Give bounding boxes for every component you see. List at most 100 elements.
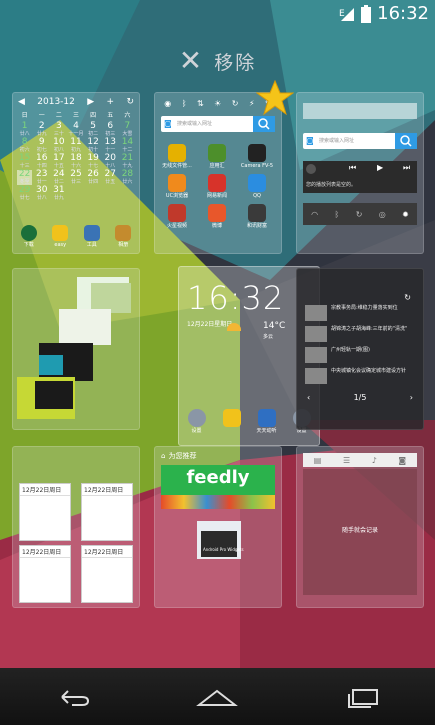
add-icon[interactable]: + (107, 97, 115, 107)
news-widget[interactable]: ↻ 宗教事务局:维稳力量落实到位 胡锦涛之子胡海峰:三年前的"清洗" 广州轻轨一… (296, 268, 424, 430)
brightness-toggle-icon[interactable]: ☀ (214, 99, 221, 108)
note-card[interactable]: 12月22日周日 (19, 483, 71, 541)
prev-page-icon[interactable]: ‹ (307, 393, 310, 402)
note-card[interactable]: 12月22日周日 (81, 545, 133, 603)
calendar-day[interactable]: 21 十九 (120, 154, 135, 170)
app-shortcut[interactable]: QQ (237, 174, 277, 200)
calendar-day[interactable]: 24 廿二 (51, 170, 66, 186)
feedly-banner[interactable]: feedly (161, 465, 275, 509)
calendar-day[interactable]: 29 廿七 (17, 186, 32, 202)
quick-note-body[interactable]: 随手就会记录 (303, 469, 417, 595)
home-button[interactable] (195, 687, 239, 707)
refresh-icon[interactable]: ↻ (126, 97, 134, 107)
calendar-day[interactable]: 18 十六 (68, 154, 83, 170)
app-gallery[interactable]: 相册 (108, 225, 140, 249)
wifi-icon[interactable]: ◠ (311, 210, 318, 219)
data-toggle-icon[interactable]: ⇅ (197, 99, 204, 108)
note-icon[interactable]: ▤ (314, 456, 322, 465)
prev-track-icon[interactable]: ⏮ (349, 163, 356, 173)
calendar-day[interactable]: 25 廿三 (68, 170, 83, 186)
calendar-day[interactable]: 6 初三 (103, 122, 118, 138)
mic-icon[interactable]: ♪ (372, 456, 377, 465)
calendar-day[interactable]: 8 初六 (17, 138, 32, 154)
next-month-icon[interactable]: ▶ (87, 97, 94, 107)
calendar-day[interactable]: 10 初八 (51, 138, 66, 154)
bluetooth-icon[interactable]: ᛒ (335, 210, 340, 219)
search-button[interactable] (395, 133, 417, 149)
photo-gallery-widget[interactable] (12, 268, 140, 430)
app-ttpod[interactable]: 天天动听 (249, 409, 284, 435)
sync-toggle-icon[interactable]: ↻ (232, 99, 239, 108)
app-shortcut[interactable]: 应用汇 (197, 144, 237, 170)
app-shortcut[interactable]: 微信 (277, 174, 281, 200)
app-shortcut[interactable]: Camera FV-5 (237, 144, 277, 170)
calendar-day[interactable]: 19 十七 (86, 154, 101, 170)
app-shortcut[interactable]: Play 商店 (277, 204, 281, 230)
next-page-icon[interactable]: › (410, 393, 413, 402)
app-easy[interactable]: easy (45, 225, 77, 249)
sync-icon[interactable]: ↻ (356, 210, 363, 219)
search-button[interactable] (253, 116, 275, 132)
music-search-bar[interactable]: ◙ 搜索或输入网址 (303, 133, 417, 149)
app-tools[interactable]: 工具 (76, 225, 108, 249)
calendar-day[interactable]: 13 十一 (103, 138, 118, 154)
brightness-icon[interactable]: ✹ (402, 210, 409, 219)
calendar-day[interactable]: 7 大雪 (120, 122, 135, 138)
calendar-day[interactable]: 31 廿九 (51, 186, 66, 202)
app-shortcut[interactable]: 火星视频 (157, 204, 197, 230)
calendar-day[interactable]: 14 十二 (120, 138, 135, 154)
camera-icon[interactable]: ◙ (398, 456, 406, 465)
note-card[interactable]: 12月22日周日 (81, 483, 133, 541)
app-notes[interactable] (214, 409, 249, 435)
note-card[interactable]: 12月22日周日 (19, 545, 71, 603)
play-icon[interactable]: ▶ (377, 163, 383, 172)
notes-widget[interactable]: 12月22日周日 12月22日周日 12月22日周日 12月22日周日 (12, 446, 140, 608)
quick-note-widget[interactable]: ▤ ☰ ♪ ◙ 随手就会记录 (296, 446, 424, 608)
list-icon[interactable]: ☰ (343, 456, 350, 465)
next-track-icon[interactable]: ⏭ (403, 163, 410, 173)
calendar-day[interactable]: 4 十一月 (68, 122, 83, 138)
app-shortcut[interactable]: 网易新闻 (197, 174, 237, 200)
refresh-icon[interactable]: ↻ (404, 293, 411, 302)
toolbox-widget[interactable]: ◉ ᛒ ⇅ ☀ ↻ ⚡ ✎ ◙ 搜索或输入网址 无线文件管...应用汇Camer… (154, 92, 282, 254)
calendar-widget[interactable]: ◀ 2013-12 ▶ + ↻ 日 一 二 三 四 五 六 1 廿八 2 廿九 3 三十 4… (12, 92, 140, 254)
prev-month-icon[interactable]: ◀ (18, 97, 25, 107)
app-shortcut[interactable]: 无线文件管... (157, 144, 197, 170)
calendar-day[interactable]: 12 初十 (86, 138, 101, 154)
calendar-day[interactable]: 1 廿八 (17, 122, 32, 138)
news-item[interactable]: 胡锦涛之子胡海峰:三年前的"清洗" (305, 326, 417, 342)
gps-icon[interactable]: ◎ (379, 210, 386, 219)
calendar-day[interactable]: 30 廿八 (34, 186, 49, 202)
bluetooth-toggle-icon[interactable]: ᛒ (182, 99, 187, 108)
calendar-day[interactable]: 26 廿四 (86, 170, 101, 186)
calendar-day[interactable]: 2 廿九 (34, 122, 49, 138)
calendar-day[interactable]: 17 十五 (51, 154, 66, 170)
app-settings[interactable]: 设置 (179, 409, 214, 435)
app-shortcut[interactable]: UC浏览器 (157, 174, 197, 200)
remove-drop-target[interactable]: ✕ 移除 (0, 44, 435, 78)
flashlight-toggle-icon[interactable]: ⚡ (249, 99, 255, 108)
recents-button[interactable] (343, 686, 383, 708)
calendar-day[interactable]: 27 廿五 (103, 170, 118, 186)
calendar-day[interactable]: 20 十八 (103, 154, 118, 170)
app-shortcut[interactable]: 和讯财富 (237, 204, 277, 230)
calendar-day[interactable]: 16 十四 (34, 154, 49, 170)
calendar-day[interactable]: 28 廿六 (120, 170, 135, 186)
calendar-day[interactable]: 5 初二 (86, 122, 101, 138)
app-download[interactable]: 下载 (13, 225, 45, 249)
app-shortcut[interactable]: 微博 (197, 204, 237, 230)
news-item[interactable]: 中央城镇化会议确定城市建设方针 (305, 368, 417, 384)
calendar-day[interactable]: 3 三十 (51, 122, 66, 138)
wifi-toggle-icon[interactable]: ◉ (164, 99, 171, 108)
calendar-day[interactable]: 9 初七 (34, 138, 49, 154)
app-shortcut[interactable]: 地图 (277, 144, 281, 170)
calendar-day[interactable]: 11 初九 (68, 138, 83, 154)
back-button[interactable] (52, 687, 92, 707)
feedly-widget[interactable]: ⌂ 为您推荐 feedly Android Pro Widgets (154, 446, 282, 608)
calendar-day[interactable]: 15 十三 (17, 154, 32, 170)
calendar-day[interactable]: 23 廿一 (34, 170, 49, 186)
toolbox-search-bar[interactable]: ◙ 搜索或输入网址 (161, 116, 275, 132)
music-widget[interactable]: ◙ 搜索或输入网址 ⏮ ▶ ⏭ 您的播放列表是空的。 ◠ ᛒ ↻ ◎ ✹ (296, 92, 424, 254)
news-item[interactable]: 广州轻轨一期(图) (305, 347, 417, 363)
calendar-day[interactable]: 22 冬至 (17, 170, 33, 185)
